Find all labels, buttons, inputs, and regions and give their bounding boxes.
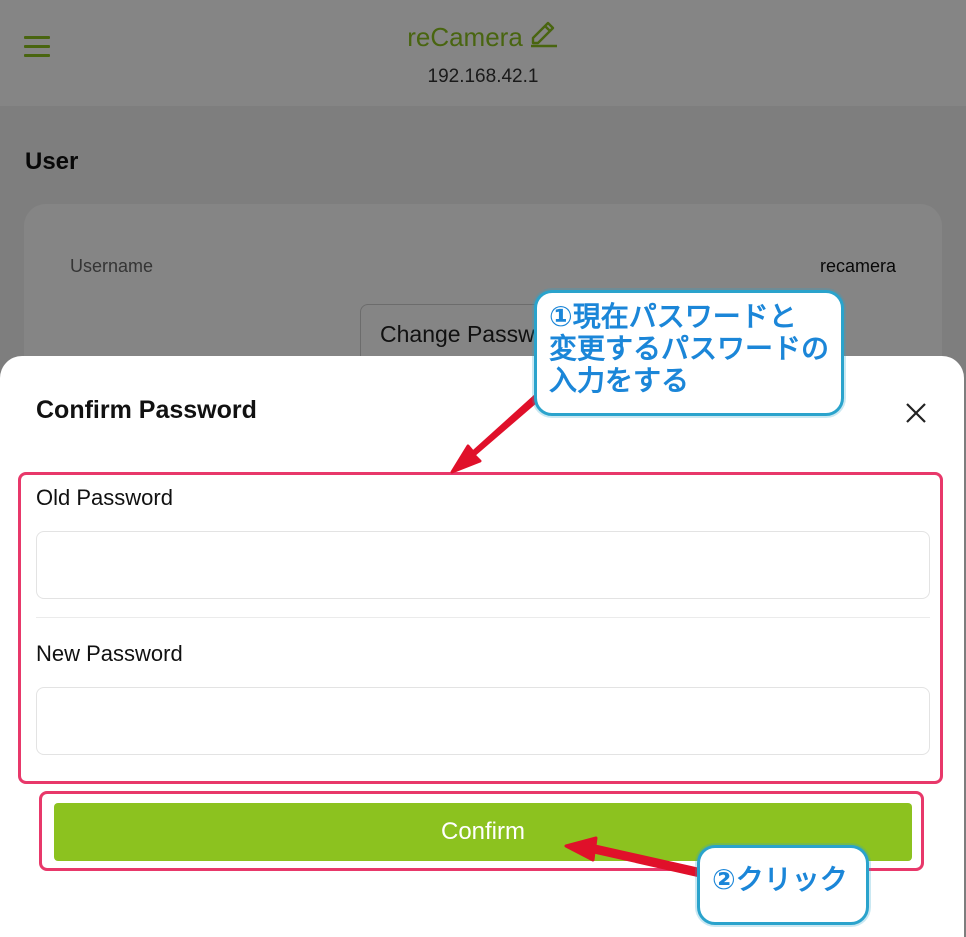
callout-1-line-2: 変更するパスワードの	[549, 332, 830, 365]
close-icon[interactable]	[903, 400, 929, 426]
callout-1-line-3: 入力をする	[549, 364, 690, 397]
callout-step-1: ①現在パスワードと 変更するパスワードの 入力をする	[534, 290, 844, 416]
callout-step-2: ②クリック	[697, 845, 869, 925]
callout-1-line-1: ①現在パスワードと	[549, 300, 797, 333]
highlight-password-fields	[18, 472, 943, 784]
dialog-title: Confirm Password	[36, 396, 257, 424]
callout-2-text: ②クリック	[712, 863, 848, 896]
